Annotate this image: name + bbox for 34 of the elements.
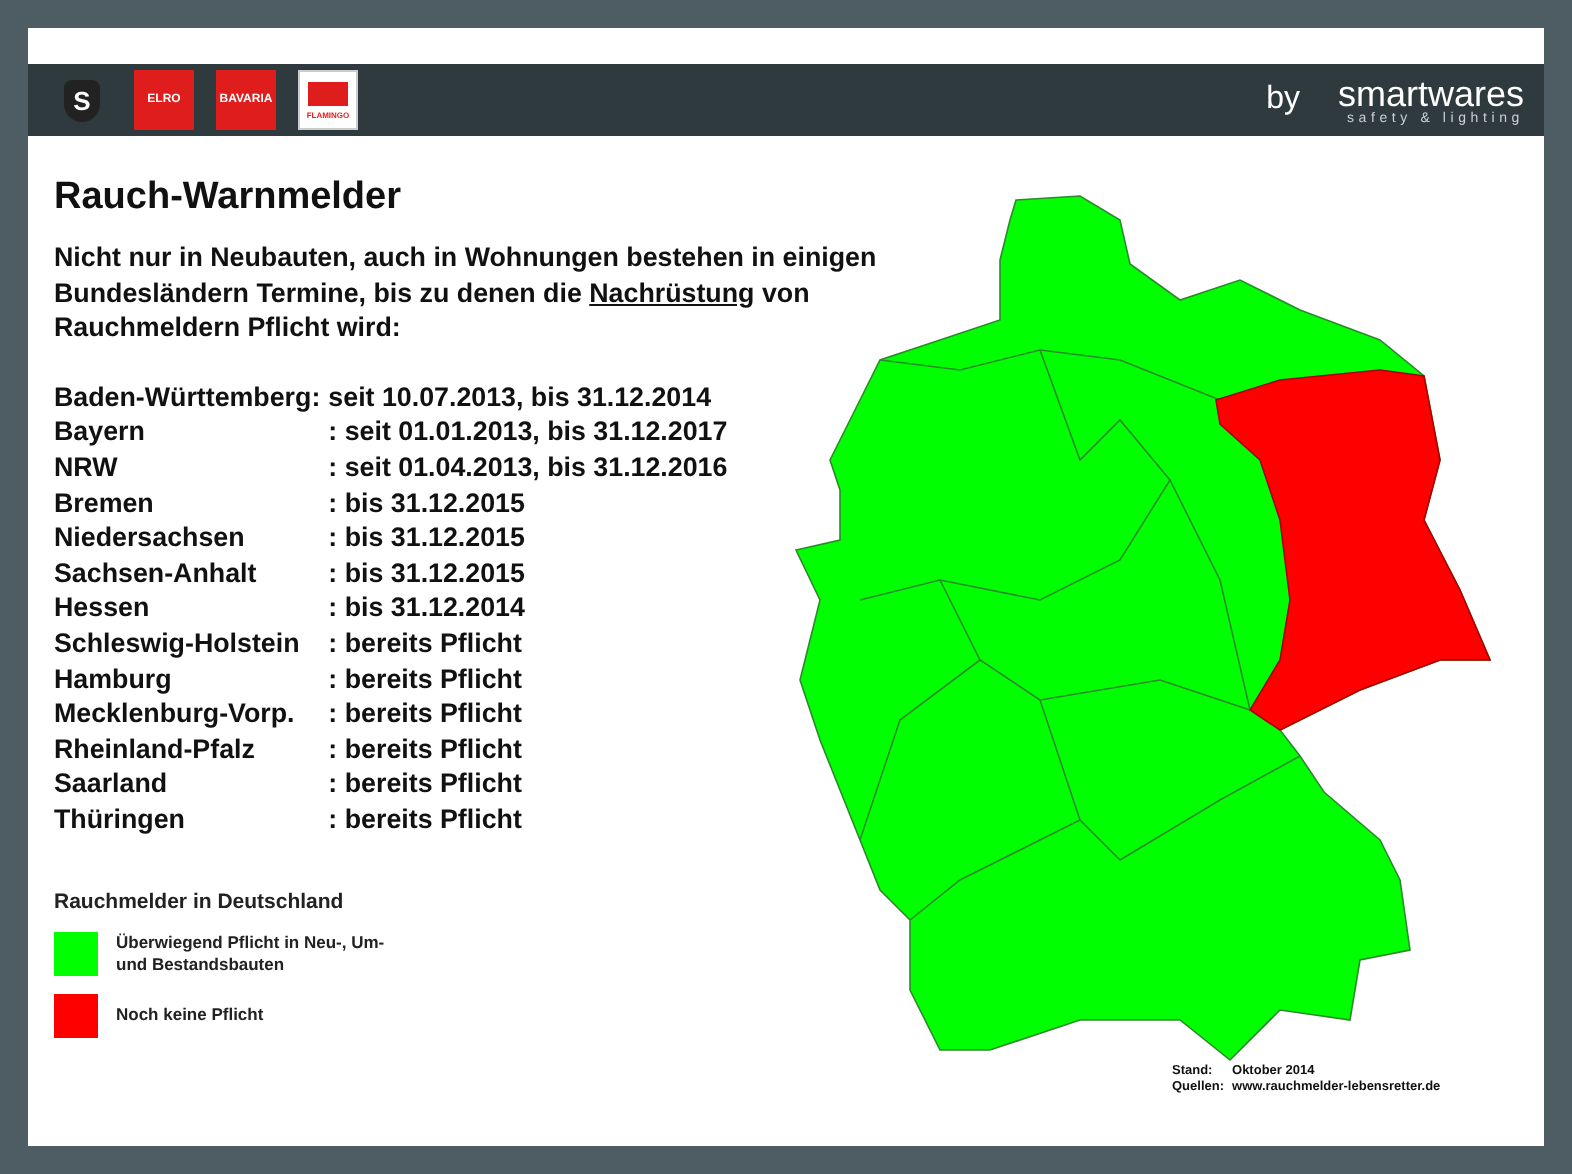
state-deadline: : bis 31.12.2014 [328,590,527,626]
state-name: Bayern [54,414,147,450]
poster-title: Rauch-Warnmelder [54,176,403,220]
intro-text: Nicht nur in Neubauten, auch in Wohnungen bestehen in einigen Bundesländern Termine, bis zu denen die Nachrüstung von Rauchmeldern Pflicht wird: [54,240,879,346]
state-name: Schleswig-Holstein [54,625,302,662]
brand-logo: S [52,70,112,130]
state-name: Hamburg [54,661,174,697]
state-deadline: : bis 31.12.2015 [328,485,527,521]
state-deadline: : bereits Pflicht [328,801,524,837]
state-deadline: : bereits Pflicht [328,731,524,767]
state-name: Rheinland-Pfalz [54,731,257,767]
state-deadline: : seit 01.04.2013, bis 31.12.2016 [328,449,728,486]
state-deadline: : seit 01.01.2013, bis 31.12.2017 [328,414,728,450]
state-name: NRW [54,449,120,486]
by-text: by [1266,82,1300,118]
state-name: Niedersachsen [54,520,247,556]
state-name: Thüringen [54,801,187,837]
state-name: Saarland [54,766,170,802]
state-name: Bremen [54,485,156,521]
state-deadline: : bis 31.12.2015 [328,555,527,591]
state-name: Sachsen-Anhalt [54,555,259,591]
state-deadline: : bereits Pflicht [328,661,524,697]
state-name: Mecklenburg-Vorp. [54,696,297,732]
state-name: Baden-Württemberg: [54,379,323,415]
state-deadline: : bereits Pflicht [328,766,524,802]
legend-title: Rauchmelder in Deutschland [54,889,346,913]
legend-label: Noch keine Pflicht [116,1004,264,1026]
state-deadline: seit 10.07.2013, bis 31.12.2014 [328,379,714,415]
state-deadline: : bis 31.12.2015 [328,520,527,556]
state-deadline: : bereits Pflicht [328,696,524,732]
company-name: smartwares [1337,75,1524,111]
legend-label: Überwiegend Pflicht in Neu-, Um- und Bestandsbauten [116,931,387,975]
state-name: Hessen [54,590,152,626]
state-deadline: : bereits Pflicht [328,625,524,662]
